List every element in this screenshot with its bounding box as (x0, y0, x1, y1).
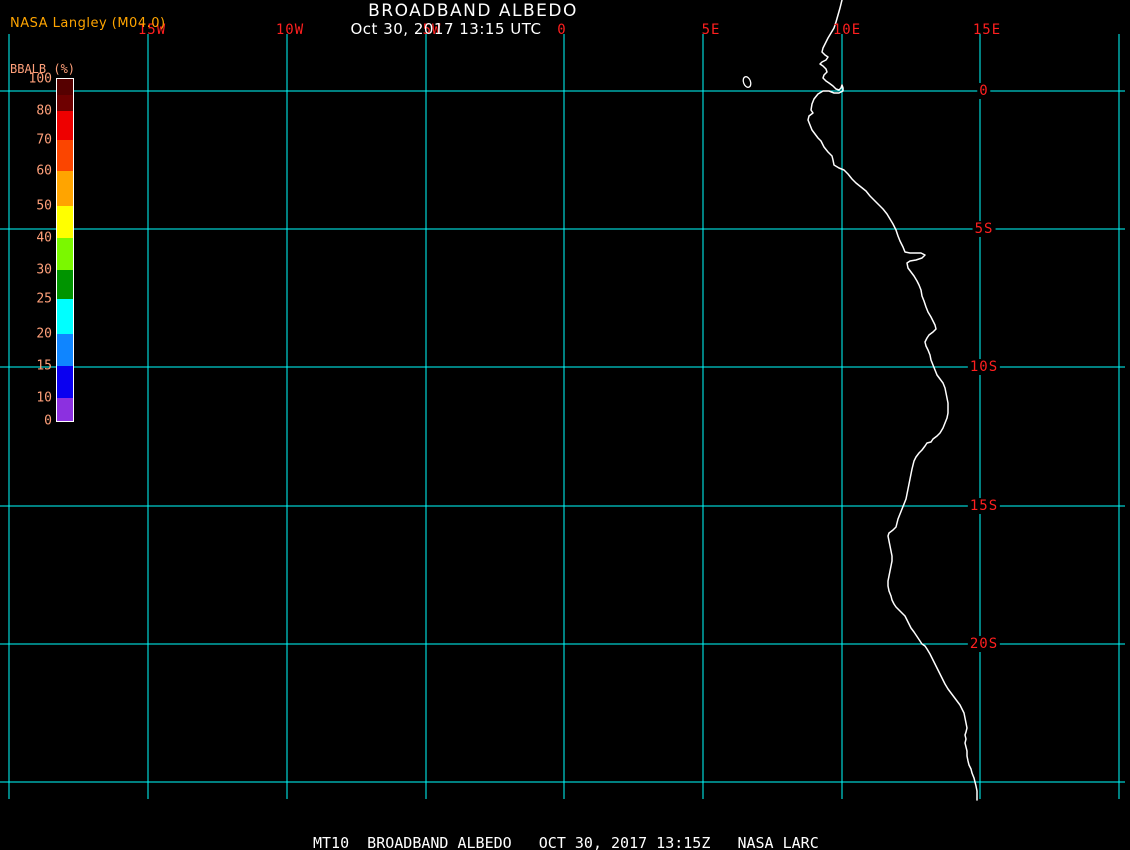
colorbar-segment-15-10 (57, 366, 73, 398)
footer-caption: MT10 BROADBAND ALBEDO OCT 30, 2017 13:15… (313, 834, 819, 850)
colorbar-tick-30: 30 (36, 262, 52, 278)
colorbar-tick-60: 60 (36, 163, 52, 179)
colorbar-tick-80: 80 (36, 103, 52, 119)
latitude-label-15s: 15S (967, 498, 1001, 514)
colorbar-segment-50-40 (57, 206, 73, 238)
longitude-label-0: 0 (557, 22, 567, 38)
colorbar-tick-15: 15 (36, 358, 52, 374)
page-title: BROADBAND ALBEDO (368, 1, 578, 21)
colorbar-segment-60-50 (57, 171, 73, 206)
latitude-label-10s: 10S (967, 359, 1001, 375)
colorbar-tick-70: 70 (36, 132, 52, 148)
colorbar-segment-10-0 (57, 398, 73, 421)
longitude-label-5e: 5E (701, 22, 721, 38)
colorbar-segment-25-20 (57, 299, 73, 334)
longitude-label-15e: 15E (972, 22, 1002, 38)
latitude-label-20s: 20S (967, 636, 1001, 652)
colorbar-segment-90-80 (57, 95, 73, 111)
source-version-label: NASA Langley (M04.0) (10, 16, 166, 31)
colorbar-tick-25: 25 (36, 291, 52, 307)
colorbar-tick-20: 20 (36, 326, 52, 342)
albedo-map-screen: 15W 10W 5W 0 5E 10E 15E 0 5S 10S 15S 20S 100 80 70 60 50… (0, 0, 1130, 850)
label-layer: 15W 10W 5W 0 5E 10E 15E 0 5S 10S 15S 20S 100 80 70 60 50… (0, 0, 1130, 850)
colorbar-tick-10: 10 (36, 390, 52, 406)
longitude-label-10e: 10E (832, 22, 862, 38)
latitude-label-5s: 5S (972, 221, 996, 237)
longitude-label-10w: 10W (275, 22, 305, 38)
colorbar-tick-50: 50 (36, 198, 52, 214)
colorbar-segment-30-25 (57, 270, 73, 299)
timestamp-label: Oct 30, 2017 13:15 UTC (350, 20, 542, 38)
colorbar-tick-40: 40 (36, 230, 52, 246)
colorbar-segment-40-30 (57, 238, 73, 270)
colorbar (56, 78, 74, 422)
colorbar-segment-20-15 (57, 334, 73, 366)
colorbar-segment-80-70 (57, 111, 73, 140)
latitude-label-0: 0 (977, 83, 991, 99)
colorbar-tick-0: 0 (44, 413, 52, 429)
colorbar-title: BBALB (%) (10, 62, 76, 76)
colorbar-segment-70-60 (57, 140, 73, 171)
colorbar-segment-100-90 (57, 79, 73, 95)
